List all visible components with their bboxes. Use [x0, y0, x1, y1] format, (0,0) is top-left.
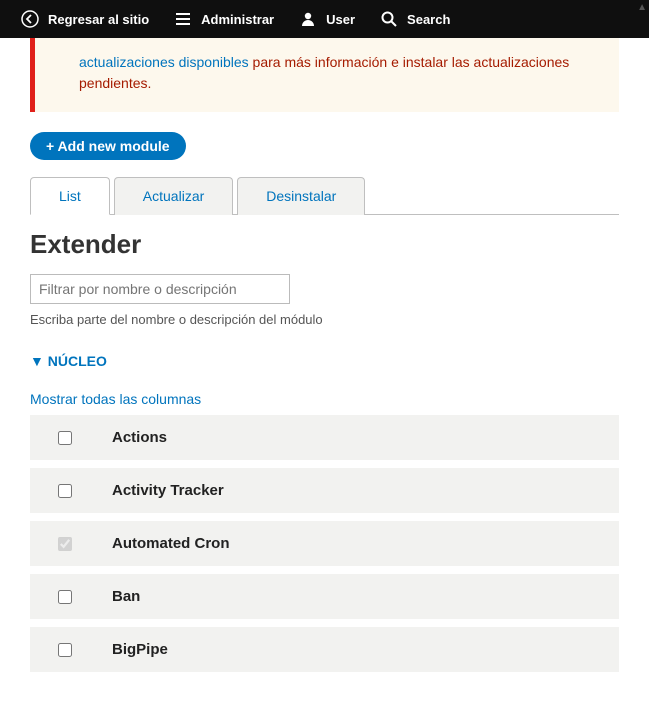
tab-uninstall[interactable]: Desinstalar: [237, 177, 365, 215]
toolbar-admin-label: Administrar: [201, 12, 274, 27]
module-row: Ban: [30, 574, 619, 619]
module-name: Ban: [112, 588, 140, 605]
module-checkbox[interactable]: [58, 484, 72, 498]
page-title: Extender: [30, 229, 619, 260]
tabs: List Actualizar Desinstalar: [30, 176, 619, 215]
back-arrow-icon: [20, 9, 40, 29]
module-row: Automated Cron: [30, 521, 619, 566]
main-content: actualizaciones disponibles para más inf…: [0, 38, 649, 710]
module-name: BigPipe: [112, 641, 168, 658]
module-checkbox[interactable]: [58, 643, 72, 657]
toolbar-admin[interactable]: Administrar: [161, 0, 286, 38]
toolbar-search[interactable]: Search: [367, 0, 462, 38]
module-filter-input[interactable]: [30, 274, 290, 304]
module-list: Actions Activity Tracker Automated Cron Ban…: [30, 415, 619, 672]
update-alert: actualizaciones disponibles para más inf…: [30, 38, 619, 112]
scroll-up-icon: ▲: [637, 2, 647, 13]
tab-list[interactable]: List: [30, 177, 110, 215]
hamburger-icon: [173, 9, 193, 29]
updates-link[interactable]: actualizaciones disponibles: [79, 54, 249, 70]
module-name: Automated Cron: [112, 535, 230, 552]
tab-update[interactable]: Actualizar: [114, 177, 233, 215]
module-name: Actions: [112, 429, 167, 446]
module-row: BigPipe: [30, 627, 619, 672]
section-nucleo-toggle[interactable]: ▼ NÚCLEO: [30, 353, 107, 369]
toolbar-back[interactable]: Regresar al sitio: [8, 0, 161, 38]
toolbar-user-label: User: [326, 12, 355, 27]
user-icon: [298, 9, 318, 29]
add-module-button[interactable]: + Add new module: [30, 132, 186, 160]
module-checkbox[interactable]: [58, 431, 72, 445]
toolbar-search-label: Search: [407, 12, 450, 27]
show-all-columns-link[interactable]: Mostrar todas las columnas: [30, 391, 201, 407]
module-checkbox: [58, 537, 72, 551]
module-name: Activity Tracker: [112, 482, 224, 499]
module-checkbox[interactable]: [58, 590, 72, 604]
admin-toolbar: Regresar al sitio Administrar User Searc…: [0, 0, 649, 38]
filter-help-text: Escriba parte del nombre o descripción d…: [30, 312, 619, 327]
module-row: Activity Tracker: [30, 468, 619, 513]
search-icon: [379, 9, 399, 29]
toolbar-back-label: Regresar al sitio: [48, 12, 149, 27]
toolbar-user[interactable]: User: [286, 0, 367, 38]
module-row: Actions: [30, 415, 619, 460]
